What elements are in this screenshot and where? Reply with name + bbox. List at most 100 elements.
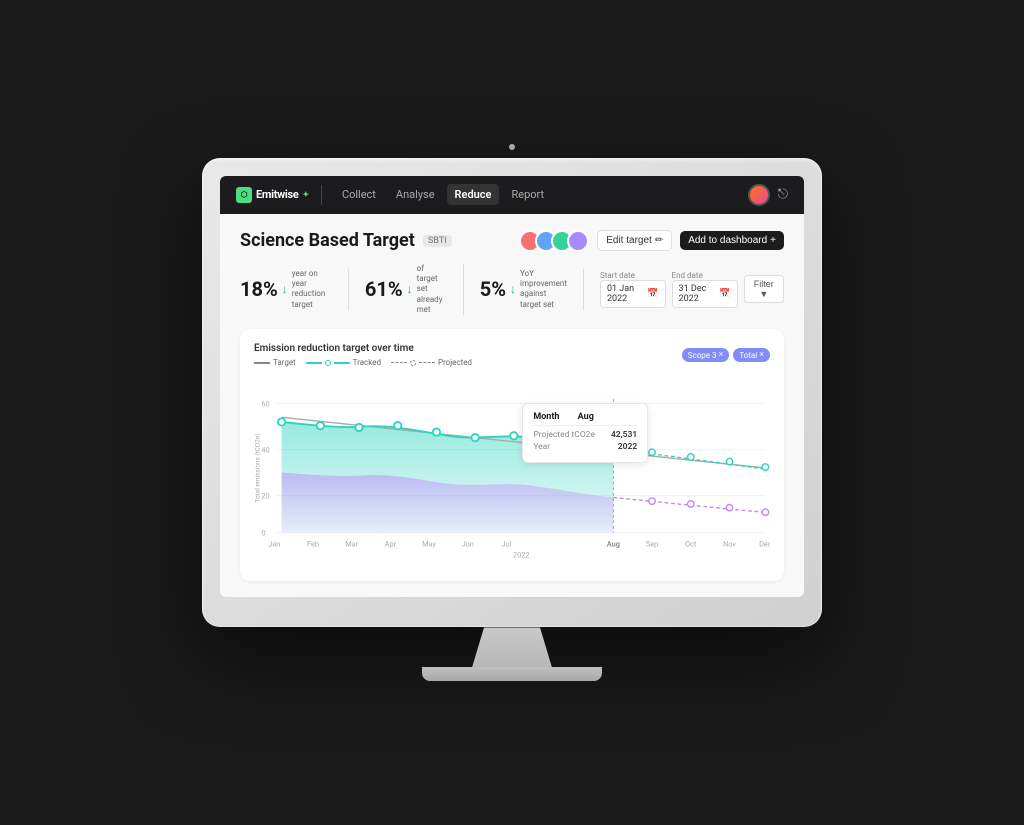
tag-total: Total × bbox=[733, 348, 770, 362]
legend-dashed-projected bbox=[391, 362, 407, 364]
chart-left-header: Emission reduction target over time Targ… bbox=[254, 343, 472, 367]
legend-line-tracked bbox=[306, 362, 322, 364]
chart-card: Emission reduction target over time Targ… bbox=[240, 329, 784, 581]
legend-line-target bbox=[254, 362, 270, 364]
page-header: Science Based Target SBTi Edit target ✏ bbox=[240, 230, 784, 252]
user-avatar[interactable] bbox=[748, 184, 770, 206]
app-nav: ⬡ Emitwise ✦ Collect Analyse Reduce Repo… bbox=[220, 176, 804, 214]
stat-value-3: 5% bbox=[480, 277, 506, 301]
svg-text:Nov: Nov bbox=[723, 540, 736, 549]
logo-badge: ✦ bbox=[303, 190, 309, 199]
chart-svg-container: 60 40 20 0 bbox=[254, 373, 770, 567]
svg-text:60: 60 bbox=[261, 400, 269, 409]
svg-text:Jun: Jun bbox=[462, 540, 474, 549]
tooltip-header: Month Aug bbox=[533, 412, 637, 426]
camera-dot bbox=[509, 144, 515, 150]
legend-target: Target bbox=[254, 358, 296, 367]
page-subtitle-badge: SBTi bbox=[423, 235, 452, 247]
stat-value-2: 61% bbox=[365, 277, 403, 301]
page-title-area: Science Based Target SBTi bbox=[240, 230, 452, 251]
svg-text:Sep: Sep bbox=[646, 540, 658, 549]
nav-right: ⎋ bbox=[748, 184, 788, 206]
nav-items: Collect Analyse Reduce Report bbox=[334, 184, 748, 205]
nav-item-report[interactable]: Report bbox=[503, 184, 552, 205]
proj-dot-oct-p bbox=[688, 501, 694, 507]
chart-legend: Target Tracked bbox=[254, 358, 472, 367]
filter-icon: ▼ bbox=[759, 289, 768, 299]
stat-desc-1: year on year reduction target bbox=[292, 269, 332, 311]
tag-total-remove[interactable]: × bbox=[759, 350, 764, 360]
svg-text:Dec: Dec bbox=[759, 540, 770, 549]
proj-dot-sep bbox=[649, 450, 655, 456]
legend-line-tracked-2 bbox=[334, 362, 350, 364]
tracked-dot-jan bbox=[278, 419, 285, 426]
avatar-4 bbox=[567, 230, 589, 252]
svg-text:Jul: Jul bbox=[502, 540, 512, 549]
stat-desc-2: of target set already met bbox=[417, 264, 447, 316]
monitor-stand-base bbox=[422, 667, 602, 681]
proj-dot-dec-p bbox=[762, 509, 768, 515]
tag-pills: Scope 3 × Total × bbox=[682, 348, 770, 362]
legend-dashed-projected-2 bbox=[419, 362, 435, 364]
stat-desc-3: YoY improvement against target set bbox=[520, 269, 567, 311]
tracked-dot-jun bbox=[471, 434, 478, 441]
edit-target-button[interactable]: Edit target ✏ bbox=[597, 230, 672, 251]
proj-dot-sep-p bbox=[649, 498, 655, 504]
svg-text:Jan: Jan bbox=[268, 540, 280, 549]
tooltip-row-projected: Projected tCO2e 42,531 bbox=[533, 430, 637, 440]
plus-icon: + bbox=[770, 235, 776, 246]
svg-text:2022: 2022 bbox=[513, 551, 530, 560]
header-right: Edit target ✏ Add to dashboard + bbox=[519, 230, 784, 252]
date-start-group: Start date 01 Jan 2022 📅 bbox=[600, 271, 666, 308]
tracked-dot-jul bbox=[510, 433, 517, 440]
nav-item-analyse[interactable]: Analyse bbox=[388, 184, 443, 205]
stat-arrow-1: ↓ bbox=[282, 282, 288, 296]
svg-text:40: 40 bbox=[261, 446, 269, 455]
chart-header: Emission reduction target over time Targ… bbox=[254, 343, 770, 367]
calendar-icon-end: 📅 bbox=[719, 289, 730, 299]
end-date-input[interactable]: 31 Dec 2022 📅 bbox=[672, 280, 738, 308]
svg-text:0: 0 bbox=[261, 529, 265, 538]
tag-scope3-remove[interactable]: × bbox=[719, 350, 724, 360]
svg-text:Total emissions (tCO2e): Total emissions (tCO2e) bbox=[254, 434, 262, 503]
nav-item-collect[interactable]: Collect bbox=[334, 184, 384, 205]
nav-divider bbox=[321, 185, 322, 205]
filter-button[interactable]: Filter ▼ bbox=[744, 275, 784, 303]
legend-dot-projected bbox=[410, 360, 416, 366]
tag-scope3: Scope 3 × bbox=[682, 348, 730, 362]
stat-arrow-3: ↓ bbox=[510, 282, 516, 296]
date-controls: Start date 01 Jan 2022 📅 End date 31 Dec… bbox=[600, 271, 784, 308]
chart-tooltip: Month Aug Projected tCO2e 42,531 Year 20… bbox=[522, 403, 648, 463]
proj-dot-oct bbox=[688, 454, 694, 460]
legend-projected: Projected bbox=[391, 358, 472, 367]
tracked-dot-feb bbox=[317, 422, 324, 429]
stat-value-1: 18% bbox=[240, 277, 278, 301]
svg-text:Oct: Oct bbox=[685, 540, 697, 549]
tracked-dot-mar bbox=[355, 424, 362, 431]
legend-tracked: Tracked bbox=[306, 358, 381, 367]
tooltip-row-year: Year 2022 bbox=[533, 442, 637, 452]
nav-logo: ⬡ Emitwise ✦ bbox=[236, 187, 309, 203]
svg-text:Feb: Feb bbox=[307, 540, 319, 549]
logout-icon[interactable]: ⎋ bbox=[778, 187, 788, 202]
monitor-stand-neck bbox=[472, 627, 552, 667]
tracked-dot-apr bbox=[394, 422, 401, 429]
nav-item-reduce[interactable]: Reduce bbox=[447, 184, 500, 205]
date-end-group: End date 31 Dec 2022 📅 bbox=[672, 271, 738, 308]
legend-dot-tracked bbox=[325, 360, 331, 366]
stat-yoy-reduction: 18% ↓ year on year reduction target bbox=[240, 269, 349, 311]
stat-target-met: 61% ↓ of target set already met bbox=[365, 264, 464, 316]
monitor-screen: ⬡ Emitwise ✦ Collect Analyse Reduce Repo… bbox=[220, 176, 804, 598]
monitor: ⬡ Emitwise ✦ Collect Analyse Reduce Repo… bbox=[202, 144, 822, 682]
svg-text:20: 20 bbox=[261, 492, 269, 501]
svg-text:Mar: Mar bbox=[345, 540, 358, 549]
svg-text:May: May bbox=[422, 540, 436, 549]
svg-text:Aug: Aug bbox=[607, 540, 620, 549]
proj-dot-dec bbox=[762, 464, 768, 470]
add-dashboard-button[interactable]: Add to dashboard + bbox=[680, 231, 784, 250]
tracked-dot-may bbox=[433, 429, 440, 436]
start-date-input[interactable]: 01 Jan 2022 📅 bbox=[600, 280, 666, 308]
stats-row: 18% ↓ year on year reduction target 61% … bbox=[240, 264, 784, 316]
edit-icon: ✏ bbox=[655, 235, 663, 246]
page-title: Science Based Target bbox=[240, 230, 415, 251]
